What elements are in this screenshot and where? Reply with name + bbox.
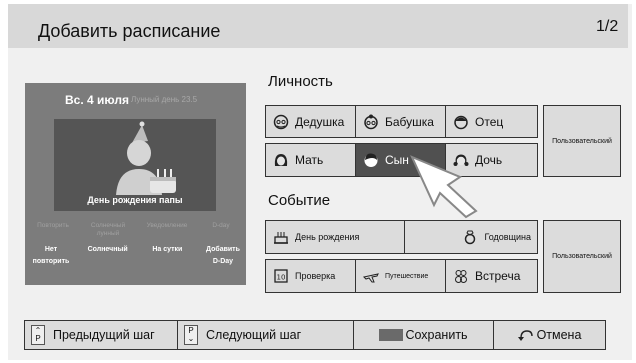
option-value-calendar: Солнечный (87, 246, 128, 253)
event-meeting-button[interactable]: Встреча (445, 259, 538, 293)
option-label-calendar: Солнечный лунный (90, 222, 126, 237)
event-anniversary-button[interactable]: Годовщина (404, 220, 538, 254)
person-label: Сын (385, 153, 409, 167)
page-title: Добавить расписание (38, 21, 221, 41)
person-grandmother-button[interactable]: Бабушка (355, 105, 446, 138)
option-value-repeat: Нет повторить (32, 246, 70, 265)
event-label: Путешествие (385, 272, 429, 280)
personality-heading: Личность (268, 73, 333, 90)
previous-step-label: Предыдущий шаг (53, 328, 155, 342)
schedule-preview-card: Вс. 4 июля Лунный день 23.5 День рождени… (25, 83, 246, 285)
preview-date: Вс. 4 июля (65, 93, 129, 107)
cancel-label: Отмена (536, 328, 582, 342)
svg-text:10: 10 (277, 274, 286, 282)
ring-icon (461, 228, 479, 246)
event-custom-button[interactable]: Пользовательский (543, 220, 621, 293)
option-value-notify: На сутки (152, 246, 183, 253)
preview-image: День рождения папы (54, 119, 216, 211)
person-label: Дедушка (295, 114, 345, 129)
grandfather-icon (272, 113, 290, 131)
event-label: Проверка (295, 271, 336, 281)
event-heading: Событие (268, 192, 331, 209)
mother-icon (272, 151, 290, 169)
event-label: Годовщина (484, 232, 531, 242)
page-up-key-icon: ⌃ P (31, 325, 45, 345)
person-father-button[interactable]: Отец (445, 105, 538, 138)
people-icon (452, 267, 470, 285)
airplane-icon (362, 267, 380, 285)
page-indicator: 1/2 (596, 18, 619, 35)
preview-caption: День рождения папы (87, 195, 183, 205)
bottom-action-bar: ⌃ P Предыдущий шаг P ⌄ Следующий шаг Сохра… (24, 320, 606, 350)
father-icon (452, 113, 470, 131)
event-label: День рождения (295, 232, 360, 242)
preview-lunar-date: Лунный день 23.5 (131, 95, 198, 104)
next-step-label: Следующий шаг (206, 328, 302, 342)
grandmother-icon (362, 113, 380, 131)
calendar-icon: 10 (272, 267, 290, 285)
preview-option-values: Нет повторить Солнечный На сутки Добавит… (31, 244, 243, 268)
pointer-cursor-icon (410, 155, 478, 219)
event-travel-button[interactable]: Путешествие (355, 259, 446, 293)
person-label: Мать (295, 153, 324, 167)
option-label-notify: Уведомление (146, 222, 188, 229)
save-color-key-icon (379, 329, 404, 341)
person-label: Отец (475, 114, 504, 129)
event-label: Встреча (475, 269, 521, 283)
cake-icon (272, 228, 290, 246)
event-birthday-button[interactable]: День рождения (265, 220, 405, 254)
previous-step-button[interactable]: ⌃ P Предыдущий шаг (25, 321, 178, 349)
person-grandfather-button[interactable]: Дедушка (265, 105, 356, 138)
option-value-dday: Добавить D-Day (206, 246, 240, 265)
save-button[interactable]: Сохранить (354, 321, 494, 349)
option-label-dday: D-day (212, 222, 230, 229)
header-bar: Добавить расписание 1/2 (8, 4, 628, 48)
next-step-button[interactable]: P ⌄ Следующий шаг (178, 321, 354, 349)
preview-option-labels: Повторить Солнечный лунный Уведомление D… (31, 222, 241, 238)
cancel-button[interactable]: Отмена (494, 321, 605, 349)
return-icon (517, 328, 534, 342)
person-label: Бабушка (385, 114, 434, 129)
page-down-key-icon: P ⌄ (184, 325, 198, 345)
option-label-repeat: Повторить (37, 222, 69, 229)
person-mother-button[interactable]: Мать (265, 143, 356, 177)
person-custom-button[interactable]: Пользовательский (543, 105, 621, 177)
event-checkup-button[interactable]: 10 Проверка (265, 259, 356, 293)
save-label: Сохранить (405, 328, 468, 342)
son-icon (362, 151, 380, 169)
